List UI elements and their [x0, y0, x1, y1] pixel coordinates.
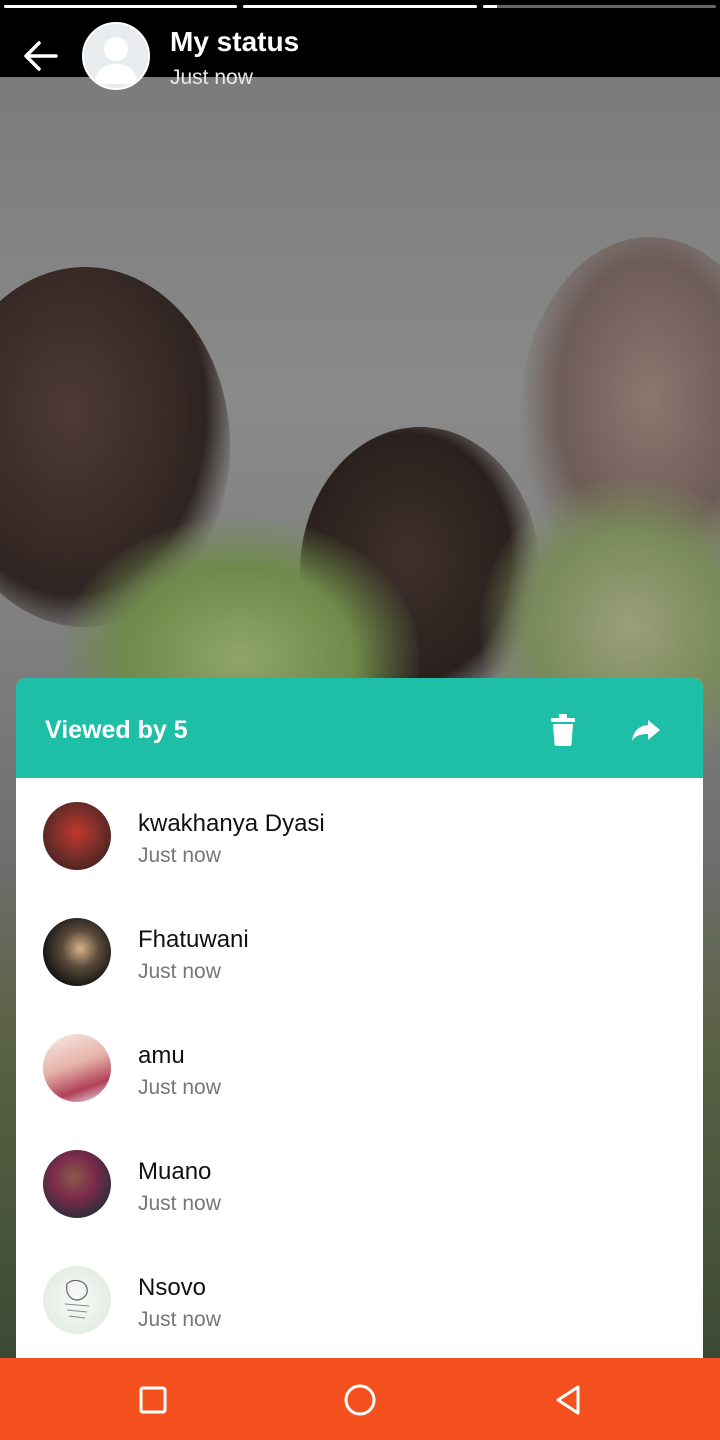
- viewer-avatar: [43, 1266, 111, 1334]
- viewer-row[interactable]: kwakhanya Dyasi Just now: [16, 778, 703, 894]
- viewer-time: Just now: [138, 960, 221, 983]
- progress-fill: [4, 5, 238, 8]
- viewer-name: Nsovo: [138, 1274, 207, 1301]
- forward-button[interactable]: [626, 712, 666, 748]
- viewer-name: Fhatuwani: [138, 926, 249, 953]
- viewer-row[interactable]: amu Just now: [16, 1010, 703, 1126]
- status-progress: [4, 5, 716, 9]
- viewer-avatar: [43, 918, 111, 986]
- progress-segment: [482, 5, 716, 8]
- default-person-icon: [94, 37, 138, 84]
- share-arrow-icon: [632, 720, 660, 741]
- viewer-row[interactable]: Fhatuwani Just now: [16, 894, 703, 1010]
- status-time: Just now: [170, 66, 253, 89]
- viewed-count: Viewed by 5: [45, 716, 188, 744]
- viewers-header: Viewed by 5: [16, 678, 703, 778]
- my-avatar[interactable]: [82, 22, 150, 90]
- status-header: My status Just now: [0, 0, 720, 90]
- progress-segment: [4, 5, 238, 8]
- viewer-time: Just now: [138, 1308, 221, 1331]
- system-nav-bar: [0, 1358, 720, 1440]
- progress-segment: [243, 5, 477, 8]
- sketch-figure-icon: [64, 1279, 90, 1319]
- arrow-left-icon: [24, 41, 58, 71]
- progress-fill: [243, 5, 477, 8]
- recents-button[interactable]: [131, 1378, 175, 1422]
- progress-fill: [482, 5, 497, 8]
- viewer-row[interactable]: Nsovo Just now: [16, 1242, 703, 1358]
- page-title: My status: [170, 26, 300, 57]
- viewer-avatar: [43, 802, 111, 870]
- trash-icon: [551, 714, 575, 746]
- recents-square-icon: [139, 1386, 167, 1414]
- back-button[interactable]: [18, 36, 62, 76]
- viewer-avatar: [43, 1034, 111, 1102]
- viewer-avatar: [43, 1150, 111, 1218]
- viewer-name: amu: [138, 1042, 185, 1069]
- back-triangle-icon: [556, 1385, 580, 1415]
- viewer-row[interactable]: Muano Just now: [16, 1126, 703, 1242]
- viewer-name: Muano: [138, 1158, 212, 1185]
- viewer-time: Just now: [138, 844, 221, 867]
- system-back-button[interactable]: [546, 1378, 590, 1422]
- viewer-name: kwakhanya Dyasi: [138, 810, 325, 837]
- viewers-sheet: Viewed by 5 kwakhanya Dyasi Just now Fha…: [16, 678, 703, 1358]
- home-button[interactable]: [338, 1378, 382, 1422]
- viewer-time: Just now: [138, 1192, 221, 1215]
- delete-button[interactable]: [546, 712, 580, 748]
- viewer-time: Just now: [138, 1076, 221, 1099]
- viewers-list: kwakhanya Dyasi Just now Fhatuwani Just …: [16, 778, 703, 1358]
- home-circle-icon: [344, 1384, 376, 1416]
